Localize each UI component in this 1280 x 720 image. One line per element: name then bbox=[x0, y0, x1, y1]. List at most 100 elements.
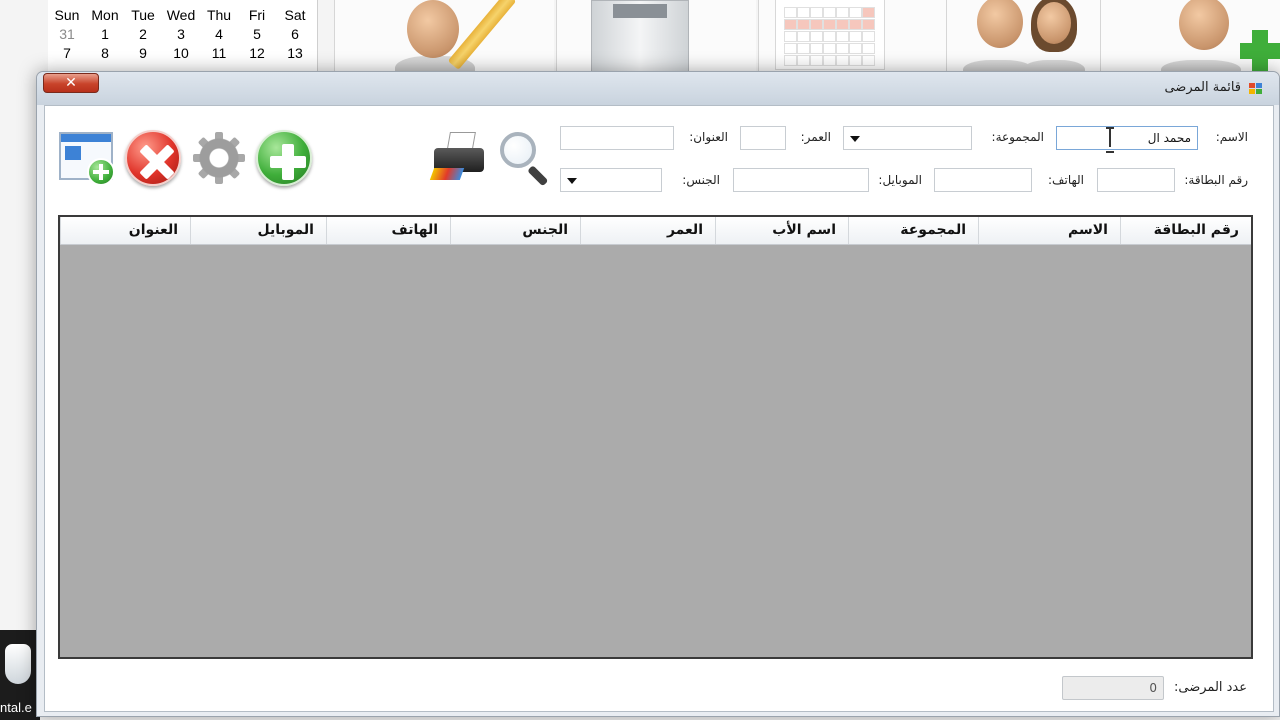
calendar-grid-cell bbox=[849, 19, 862, 30]
calendar-grid-cell bbox=[784, 43, 797, 54]
name-field[interactable] bbox=[1056, 126, 1198, 150]
calendar-day[interactable]: 6 bbox=[276, 26, 314, 42]
search-handle-icon bbox=[527, 165, 549, 187]
calendar-grid-cell bbox=[823, 55, 836, 66]
print-button[interactable] bbox=[428, 128, 488, 188]
calendar-day[interactable]: 3 bbox=[162, 26, 200, 42]
column-header-group[interactable]: المجموعة bbox=[848, 217, 978, 244]
calendar-weekday: Wed bbox=[166, 7, 196, 23]
calendar-day[interactable]: 12 bbox=[238, 45, 276, 61]
phone-label: الهاتف: bbox=[1048, 173, 1084, 187]
search-icon bbox=[500, 132, 536, 168]
cabinet-drawer-icon bbox=[613, 4, 667, 18]
calendar-weekday: Sun bbox=[54, 7, 80, 23]
column-header-gender[interactable]: الجنس bbox=[450, 217, 580, 244]
window-title: قائمة المرضى bbox=[1164, 80, 1241, 95]
background-tile-edit-patient[interactable] bbox=[334, 0, 554, 78]
calendar-day[interactable]: 5 bbox=[238, 26, 276, 42]
mobile-field[interactable] bbox=[733, 168, 869, 192]
calendar-grid-cell bbox=[784, 19, 797, 30]
grid-body[interactable] bbox=[60, 245, 1251, 657]
calendar-day[interactable]: 1 bbox=[86, 26, 124, 42]
calendar-grid-cell bbox=[784, 31, 797, 42]
calendar-grid-cell bbox=[797, 19, 810, 30]
column-header-phone[interactable]: الهاتف bbox=[326, 217, 450, 244]
patients-count-value: 0 bbox=[1062, 676, 1164, 700]
title-bar[interactable]: ✕ قائمة المرضى bbox=[37, 72, 1279, 105]
column-header-father-name[interactable]: اسم الأب bbox=[715, 217, 848, 244]
calendar-grid-cell bbox=[836, 31, 849, 42]
calendar-weekday: Tue bbox=[131, 7, 155, 23]
calendar-grid-cell bbox=[810, 19, 823, 30]
background-tile-patients[interactable] bbox=[946, 0, 1100, 78]
calendar-icon bbox=[775, 0, 885, 70]
new-patient-form-button[interactable] bbox=[57, 128, 117, 188]
calendar-grid-cell bbox=[849, 55, 862, 66]
calendar-grid-cell bbox=[823, 19, 836, 30]
calendar-weekday: Fri bbox=[248, 7, 266, 23]
chevron-down-icon bbox=[850, 136, 860, 142]
person-head-icon bbox=[1037, 2, 1071, 44]
close-window-button[interactable]: ✕ bbox=[43, 73, 99, 93]
calendar-day[interactable]: 13 bbox=[276, 45, 314, 61]
grid-header: رقم البطاقة الاسم المجموعة اسم الأب العم… bbox=[60, 217, 1251, 245]
address-label: العنوان: bbox=[689, 130, 728, 144]
add-icon bbox=[256, 130, 312, 186]
add-patient-button[interactable] bbox=[254, 128, 314, 188]
search-button[interactable] bbox=[494, 128, 554, 188]
calendar-grid-cell bbox=[862, 55, 875, 66]
calendar-grid-cell bbox=[836, 19, 849, 30]
card-number-field[interactable] bbox=[1097, 168, 1175, 192]
calendar-day[interactable]: 8 bbox=[86, 45, 124, 61]
person-head-icon bbox=[407, 0, 459, 58]
calendar-grid-cell bbox=[836, 43, 849, 54]
settings-button[interactable] bbox=[189, 128, 249, 188]
patients-grid[interactable]: رقم البطاقة الاسم المجموعة اسم الأب العم… bbox=[58, 215, 1253, 659]
calendar-grid-cell bbox=[810, 31, 823, 42]
calendar-day[interactable]: 2 bbox=[124, 26, 162, 42]
chevron-down-icon bbox=[567, 178, 577, 184]
calendar-grid-cell bbox=[810, 43, 823, 54]
add-icon bbox=[1240, 30, 1280, 72]
delete-button[interactable] bbox=[123, 128, 183, 188]
taskbar-app-thumbnail[interactable]: ntal.e bbox=[0, 630, 40, 720]
gender-dropdown[interactable] bbox=[560, 168, 662, 192]
delete-icon bbox=[125, 130, 181, 186]
calendar-weekday-row: Sun Mon Tue Wed Thu Fri Sat bbox=[48, 7, 318, 26]
calendar-weekday: Mon bbox=[91, 7, 119, 23]
column-header-card-number[interactable]: رقم البطاقة bbox=[1120, 217, 1251, 244]
group-dropdown[interactable] bbox=[843, 126, 972, 150]
column-header-name[interactable]: الاسم bbox=[978, 217, 1120, 244]
calendar-grid-cell bbox=[862, 31, 875, 42]
age-label: العمر: bbox=[800, 130, 831, 144]
column-header-age[interactable]: العمر bbox=[580, 217, 715, 244]
person-head-icon bbox=[977, 0, 1023, 48]
taskbar-caption: ntal.e bbox=[0, 700, 32, 715]
calendar-day[interactable]: 4 bbox=[200, 26, 238, 42]
calendar-day[interactable]: 31 bbox=[48, 26, 86, 42]
column-header-mobile[interactable]: الموبايل bbox=[190, 217, 326, 244]
phone-field[interactable] bbox=[934, 168, 1032, 192]
patients-count-label: عدد المرضى: bbox=[1174, 680, 1248, 695]
calendar-day[interactable]: 11 bbox=[200, 45, 238, 61]
calendar-day[interactable]: 10 bbox=[162, 45, 200, 61]
calendar-grid-cell bbox=[849, 43, 862, 54]
calendar-day[interactable]: 7 bbox=[48, 45, 86, 61]
calendar-day[interactable]: 9 bbox=[124, 45, 162, 61]
calendar-grid-cell bbox=[862, 7, 875, 18]
age-field[interactable] bbox=[740, 126, 786, 150]
address-field[interactable] bbox=[560, 126, 674, 150]
name-label: الاسم: bbox=[1215, 130, 1248, 144]
calendar-grid-cell bbox=[784, 7, 797, 18]
calendar-grid-cell bbox=[784, 55, 797, 66]
calendar-grid-cell bbox=[810, 7, 823, 18]
calendar-week-row: 7 8 9 10 11 12 13 bbox=[48, 45, 318, 64]
calendar-grid-cell bbox=[849, 7, 862, 18]
calendar-grid-cell bbox=[862, 43, 875, 54]
group-label: المجموعة: bbox=[991, 130, 1044, 144]
background-tile-database[interactable] bbox=[556, 0, 756, 78]
background-tile-calendar[interactable] bbox=[758, 0, 946, 78]
column-header-address[interactable]: العنوان bbox=[60, 217, 190, 244]
calendar-grid-cell bbox=[823, 7, 836, 18]
gear-icon bbox=[197, 136, 241, 180]
